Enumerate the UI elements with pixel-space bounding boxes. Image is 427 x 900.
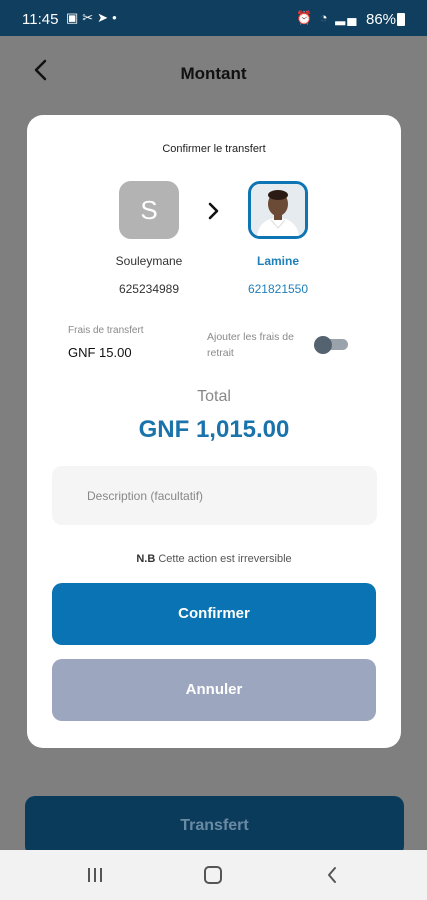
person-photo-icon xyxy=(251,184,305,236)
note-prefix: N.B xyxy=(136,553,156,565)
sender-name: Souleymane xyxy=(115,254,183,268)
transfer-button[interactable]: Transfert xyxy=(25,796,404,856)
cancel-button[interactable]: Annuler xyxy=(52,659,376,721)
total-amount: GNF 1,015.00 xyxy=(138,416,290,443)
fee-label: Frais de transfert xyxy=(68,325,144,336)
withdraw-fee-toggle[interactable] xyxy=(314,336,348,354)
fee-value: GNF 15.00 xyxy=(68,345,132,360)
description-input[interactable] xyxy=(52,466,377,525)
dialog-title: Confirmer le transfert xyxy=(162,143,266,155)
home-icon[interactable] xyxy=(204,866,222,884)
nav-back-icon[interactable] xyxy=(326,866,338,884)
receiver-name: Lamine xyxy=(256,254,299,268)
withdraw-fee-label: Ajouter les frais de retrait xyxy=(207,331,294,359)
total-label: Total xyxy=(197,388,231,405)
irreversible-note: N.B Cette action est irreversible xyxy=(27,553,401,565)
notification-icons: ▣✂➤• xyxy=(66,10,121,25)
confirm-button[interactable]: Confirmer xyxy=(52,583,376,645)
chevron-right-icon xyxy=(208,202,219,220)
toggle-knob xyxy=(314,336,332,354)
system-nav-bar xyxy=(0,850,427,900)
receiver-phone: 621821550 xyxy=(247,282,309,296)
status-bar: 11:45 ▣✂➤• ⏰ ◔ ▂▄ 86% xyxy=(0,0,427,36)
status-time: 11:45 xyxy=(22,11,59,28)
system-icons: ⏰ ◔ ▂▄ xyxy=(296,10,359,25)
page-title: Montant xyxy=(180,64,247,83)
battery-percentage: 86% xyxy=(366,11,397,28)
battery-icon xyxy=(397,13,405,26)
recent-apps-icon[interactable] xyxy=(85,867,105,883)
receiver-avatar xyxy=(248,181,308,239)
confirm-transfer-dialog: Confirmer le transfert S Souleymane 6252… xyxy=(27,115,401,748)
note-text: Cette action est irreversible xyxy=(158,553,292,565)
sender-avatar: S xyxy=(119,181,179,239)
sender-phone: 625234989 xyxy=(118,282,180,296)
